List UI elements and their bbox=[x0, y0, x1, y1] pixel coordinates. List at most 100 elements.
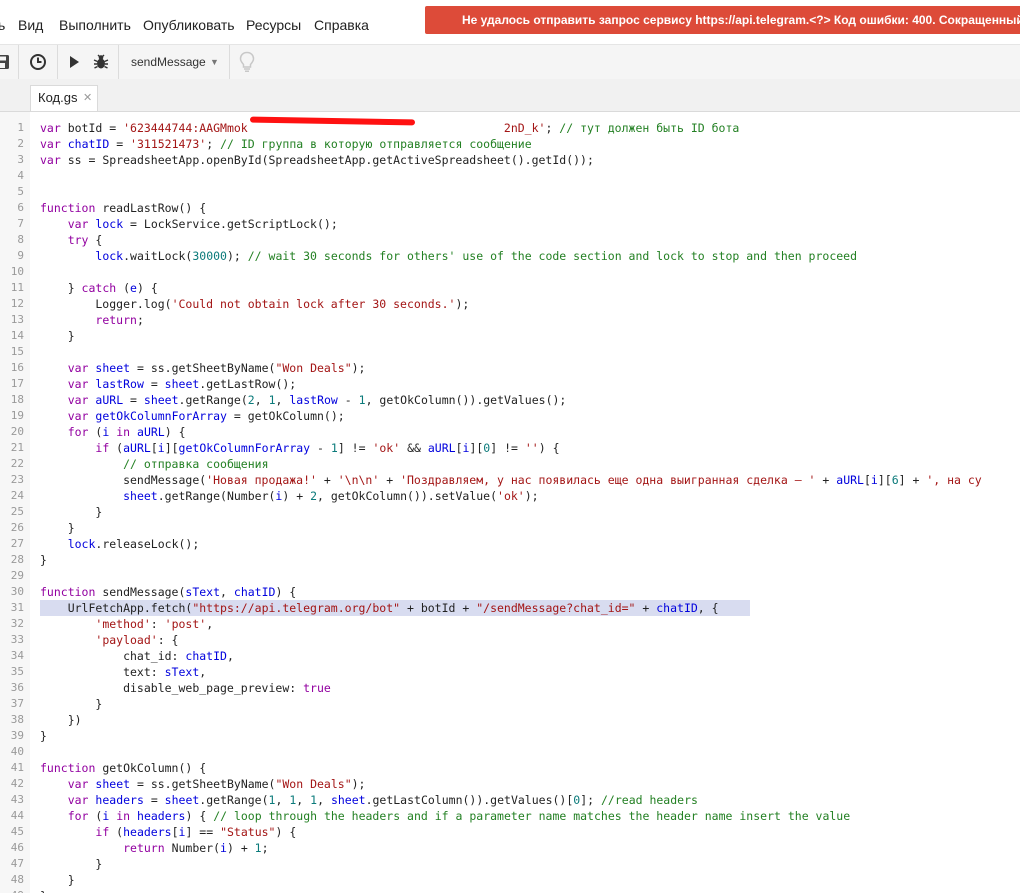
code-text: } bbox=[40, 329, 75, 343]
code-line[interactable]: 41 function getOkColumn() { bbox=[0, 760, 1020, 776]
line-number: 33 bbox=[10, 633, 24, 646]
code-line[interactable]: 34 chat_id: chatID, bbox=[0, 648, 1020, 664]
code-text: var sheet = ss.getSheetByName("Won Deals… bbox=[67, 777, 366, 791]
menu-item-publish[interactable]: Опубликовать bbox=[143, 17, 235, 33]
menu-item-help[interactable]: Справка bbox=[314, 17, 369, 33]
line-number: 46 bbox=[10, 841, 24, 854]
code-line[interactable]: 13 return; bbox=[0, 312, 1020, 328]
code-line[interactable]: 17 var lastRow = sheet.getLastRow(); bbox=[0, 376, 1020, 392]
code-text: sendMessage('Новая продажа!' + '\n\n' + … bbox=[40, 473, 982, 487]
line-number: 28 bbox=[10, 553, 24, 566]
menu-item-run[interactable]: Выполнить bbox=[59, 17, 131, 33]
code-line[interactable]: 36 disable_web_page_preview: true bbox=[0, 680, 1020, 696]
line-number: 35 bbox=[10, 665, 24, 678]
code-text: chat_id: chatID, bbox=[40, 649, 234, 663]
line-number: 16 bbox=[10, 361, 24, 374]
menu-item-view[interactable]: Вид bbox=[18, 17, 43, 33]
code-line[interactable]: 20 for (i in aURL) { bbox=[0, 424, 1020, 440]
code-line[interactable]: 48 } bbox=[0, 872, 1020, 888]
menu-item-resources[interactable]: Ресурсы bbox=[246, 17, 301, 33]
code-line[interactable]: 40 bbox=[0, 744, 1020, 760]
code-line[interactable]: 39} bbox=[0, 728, 1020, 744]
file-tab-label: Код.gs bbox=[38, 90, 78, 105]
line-number: 23 bbox=[10, 473, 24, 486]
function-select[interactable]: sendMessage ▼ bbox=[122, 49, 226, 75]
code-line[interactable]: 31 UrlFetchApp.fetch("https://api.telegr… bbox=[0, 600, 1020, 616]
line-number: 25 bbox=[10, 505, 24, 518]
menu-item-edit[interactable]: ь bbox=[0, 17, 5, 33]
code-line[interactable]: 42 var sheet = ss.getSheetByName("Won De… bbox=[0, 776, 1020, 792]
error-banner: Не удалось отправить запрос сервису http… bbox=[425, 6, 1020, 34]
code-line[interactable]: 30 function sendMessage(sText, chatID) { bbox=[0, 584, 1020, 600]
code-text: Logger.log('Could not obtain lock after … bbox=[40, 297, 470, 311]
line-number: 17 bbox=[10, 377, 24, 390]
run-button[interactable] bbox=[64, 48, 84, 76]
code-line[interactable]: 14 } bbox=[0, 328, 1020, 344]
code-line[interactable]: 46 return Number(i) + 1; bbox=[0, 840, 1020, 856]
code-line[interactable]: 18 var aURL = sheet.getRange(2, 1, lastR… bbox=[0, 392, 1020, 408]
code-line[interactable]: 3 var ss = SpreadsheetApp.openById(Spread… bbox=[0, 152, 1020, 168]
code-line[interactable]: 5 bbox=[0, 184, 1020, 200]
code-text: lock.releaseLock(); bbox=[67, 537, 200, 551]
line-number: 14 bbox=[10, 329, 24, 342]
lightbulb-button[interactable] bbox=[234, 48, 260, 76]
code-line[interactable]: 47 } bbox=[0, 856, 1020, 872]
code-text: for (i in aURL) { bbox=[67, 425, 186, 439]
code-line[interactable]: 23 sendMessage('Новая продажа!' + '\n\n'… bbox=[0, 472, 1020, 488]
code-line[interactable]: 16 var sheet = ss.getSheetByName("Won De… bbox=[0, 360, 1020, 376]
line-number: 22 bbox=[10, 457, 24, 470]
code-line[interactable]: 6 function readLastRow() { bbox=[0, 200, 1020, 216]
code-line[interactable]: 22 // отправка сообщения bbox=[0, 456, 1020, 472]
code-line[interactable]: 44 for (i in headers) { // loop through … bbox=[0, 808, 1020, 824]
code-line[interactable]: 9 lock.waitLock(30000); // wait 30 secon… bbox=[0, 248, 1020, 264]
line-number: 31 bbox=[10, 601, 24, 614]
code-line[interactable]: 4 bbox=[0, 168, 1020, 184]
save-button[interactable] bbox=[0, 48, 12, 76]
code-line[interactable]: 25 } bbox=[0, 504, 1020, 520]
line-number: 38 bbox=[10, 713, 24, 726]
code-line[interactable]: 8 try { bbox=[0, 232, 1020, 248]
chevron-down-icon: ▼ bbox=[210, 57, 219, 67]
code-line[interactable]: 1 var botId = '623444744:AAGMmok 2nD_k'; … bbox=[0, 120, 1020, 136]
code-text: UrlFetchApp.fetch("https://api.telegram.… bbox=[40, 601, 719, 615]
code-text: } bbox=[40, 521, 75, 535]
code-line[interactable]: 37 } bbox=[0, 696, 1020, 712]
tab-code-gs[interactable]: Код.gs ✕ bbox=[30, 85, 98, 111]
code-line[interactable]: 33 'payload': { bbox=[0, 632, 1020, 648]
code-text: function sendMessage(sText, chatID) { bbox=[40, 585, 297, 599]
line-number: 48 bbox=[10, 873, 24, 886]
debug-button[interactable] bbox=[90, 48, 112, 76]
code-line[interactable]: 7 var lock = LockService.getScriptLock()… bbox=[0, 216, 1020, 232]
code-line[interactable]: 35 text: sText, bbox=[0, 664, 1020, 680]
code-line[interactable]: 11 } catch (e) { bbox=[0, 280, 1020, 296]
code-line[interactable]: 32 'method': 'post', bbox=[0, 616, 1020, 632]
code-line[interactable]: 49} bbox=[0, 888, 1020, 893]
line-number: 5 bbox=[17, 185, 24, 198]
code-text: return; bbox=[95, 313, 144, 327]
line-number: 6 bbox=[17, 201, 24, 214]
code-editor[interactable]: 1 var botId = '623444744:AAGMmok 2nD_k'; … bbox=[0, 112, 1020, 893]
code-line[interactable]: 45 if (headers[i] == "Status") { bbox=[0, 824, 1020, 840]
code-line[interactable]: 38 }) bbox=[0, 712, 1020, 728]
line-number: 30 bbox=[10, 585, 24, 598]
code-line[interactable]: 12 Logger.log('Could not obtain lock aft… bbox=[0, 296, 1020, 312]
code-text: } catch (e) { bbox=[40, 281, 158, 295]
line-number: 20 bbox=[10, 425, 24, 438]
code-line[interactable]: 28} bbox=[0, 552, 1020, 568]
code-line[interactable]: 2 var chatID = '311521473'; // ID группа … bbox=[0, 136, 1020, 152]
code-line[interactable]: 26 } bbox=[0, 520, 1020, 536]
triggers-button[interactable] bbox=[26, 48, 50, 76]
code-line[interactable]: 19 var getOkColumnForArray = getOkColumn… bbox=[0, 408, 1020, 424]
line-number: 42 bbox=[10, 777, 24, 790]
code-line[interactable]: 43 var headers = sheet.getRange(1, 1, 1,… bbox=[0, 792, 1020, 808]
code-text: sheet.getRange(Number(i) + 2, getOkColum… bbox=[123, 489, 539, 503]
close-icon[interactable]: ✕ bbox=[83, 86, 92, 110]
line-number: 43 bbox=[10, 793, 24, 806]
code-line[interactable]: 21 if (aURL[i][getOkColumnForArray - 1] … bbox=[0, 440, 1020, 456]
code-line[interactable]: 10 bbox=[0, 264, 1020, 280]
code-line[interactable]: 24 sheet.getRange(Number(i) + 2, getOkCo… bbox=[0, 488, 1020, 504]
code-line[interactable]: 27 lock.releaseLock(); bbox=[0, 536, 1020, 552]
code-text: var headers = sheet.getRange(1, 1, 1, sh… bbox=[67, 793, 698, 807]
code-line[interactable]: 15 bbox=[0, 344, 1020, 360]
code-line[interactable]: 29 bbox=[0, 568, 1020, 584]
